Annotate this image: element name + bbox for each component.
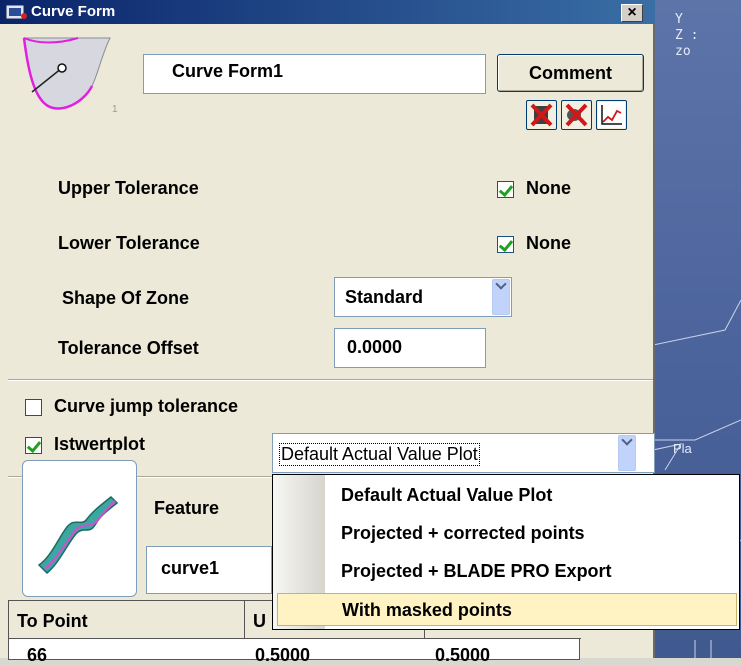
table-header-label: To Point [17, 611, 88, 631]
window-title: Curve Form [31, 3, 116, 20]
feature-input[interactable]: curve1 [146, 546, 272, 594]
lower-tolerance-label: Lower Tolerance [58, 233, 200, 253]
plot-type-chevron-icon[interactable] [618, 435, 636, 471]
thumbnail-badge: 1 [112, 104, 118, 114]
table-cell: 0.5000 [255, 645, 311, 665]
curve-jump-label: Curve jump tolerance [54, 396, 239, 416]
plot-button[interactable] [596, 100, 627, 130]
dropdown-item-selected[interactable]: With masked points [277, 593, 737, 626]
cancel-button[interactable] [561, 100, 592, 130]
tolerance-offset-value: 0.0000 [347, 337, 403, 357]
section-divider [8, 379, 653, 381]
dropdown-item[interactable]: Projected + BLADE PRO Export [277, 555, 737, 588]
close-button[interactable]: × [621, 4, 643, 22]
viewport-plane-label: Pla [673, 441, 692, 456]
comment-button[interactable]: Comment [497, 54, 644, 92]
curve-form-thumbnail: 1 [22, 37, 118, 114]
tolerance-offset-input[interactable]: 0.0000 [334, 328, 486, 368]
feature-name-input[interactable]: Curve Form1 [143, 54, 486, 94]
curve-jump-checkbox[interactable] [25, 399, 42, 416]
shape-of-zone-select[interactable]: Standard [334, 277, 512, 317]
shape-of-zone-label: Shape Of Zone [62, 288, 190, 308]
lower-none-checkbox[interactable] [497, 236, 514, 253]
feature-label: Feature [154, 498, 220, 518]
istwertplot-label: Istwertplot [54, 434, 146, 454]
table-header-label: U [253, 611, 266, 631]
table-cell: 0.5000 [435, 645, 491, 665]
tolerance-offset-label: Tolerance Offset [58, 338, 199, 358]
feature-curve-icon [37, 495, 119, 575]
cancel-icon [565, 103, 588, 127]
feature-value: curve1 [161, 558, 220, 578]
chevron-down-icon[interactable] [492, 279, 510, 315]
plot-type-select[interactable]: Default Actual Value Plot [272, 433, 655, 473]
delete-button[interactable] [526, 100, 557, 130]
dropdown-item[interactable]: Projected + corrected points [277, 517, 737, 550]
close-icon: × [627, 4, 637, 21]
shape-of-zone-value: Standard [345, 287, 424, 307]
comment-button-label: Comment [528, 63, 612, 83]
istwertplot-checkbox[interactable] [25, 437, 42, 454]
plot-type-value: Default Actual Value Plot [279, 443, 480, 466]
feature-name-value: Curve Form1 [172, 61, 284, 81]
curve-form-icon [6, 5, 27, 19]
title-bar[interactable]: Curve Form × [0, 0, 655, 24]
plot-type-dropdown-list: Default Actual Value Plot Projected + co… [272, 474, 740, 630]
table-cell: 66 [27, 645, 48, 665]
upper-none-checkbox[interactable] [497, 181, 514, 198]
plot-icon [598, 102, 625, 128]
delete-icon [530, 103, 553, 127]
table-header-to-point[interactable]: To Point [9, 601, 245, 639]
upper-none-label: None [526, 178, 571, 198]
lower-none-label: None [526, 233, 571, 253]
dropdown-item[interactable]: Default Actual Value Plot [277, 479, 737, 512]
upper-tolerance-label: Upper Tolerance [58, 178, 199, 198]
feature-curve-button[interactable] [22, 460, 137, 597]
